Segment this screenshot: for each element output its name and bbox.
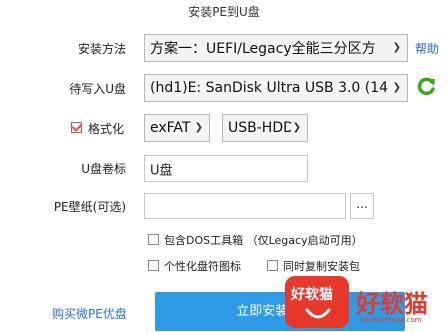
chevron-down-icon: ❯ (392, 41, 401, 53)
format-label: 格式化 (88, 122, 125, 136)
volume-label-label: U盘卷标 (81, 162, 126, 176)
buy-pe-usb-link[interactable]: 购买微PE优盘 (52, 305, 127, 322)
refresh-icon[interactable] (415, 76, 437, 98)
volume-label-value: U盘 (150, 163, 173, 178)
target-disk-label: 待写入U盘 (69, 82, 126, 96)
mode-value: USB-HDD (228, 120, 294, 136)
install-method-select[interactable]: 方案一：UEFI/Legacy全能三分区方 ❯ (144, 34, 408, 62)
install-method-label: 安装方法 (77, 42, 126, 56)
help-link[interactable]: 帮助 (415, 40, 439, 57)
chevron-down-icon: ❯ (392, 81, 401, 93)
filesystem-select[interactable]: exFAT ❯ (144, 114, 210, 142)
custom-drive-icon-label: 个性化盘符图标 (164, 260, 241, 273)
target-disk-select[interactable]: (hd1)E: SanDisk Ultra USB 3.0 (14 ❯ (144, 74, 408, 102)
watermark-logo: 好软猫 (285, 276, 349, 328)
chevron-down-icon: ❯ (290, 121, 301, 133)
target-disk-value: (hd1)E: SanDisk Ultra USB 3.0 (14 (150, 80, 389, 96)
watermark-logo-text: 好软猫 (291, 287, 333, 303)
copy-installer-checkbox[interactable] (267, 260, 278, 271)
wallpaper-label: PE壁纸(可选) (53, 200, 126, 214)
custom-drive-icon-checkbox[interactable] (148, 260, 159, 271)
chevron-down-icon: ❯ (192, 121, 203, 133)
watermark-brand: 好软猫 (356, 290, 428, 318)
dos-toolbox-label: 包含DOS工具箱 （仅Legacy启动可用） (164, 234, 363, 247)
mode-select[interactable]: USB-HDD ❯ (222, 114, 308, 142)
browse-button[interactable]: ... (350, 193, 374, 219)
install-method-value: 方案一：UEFI/Legacy全能三分区方 (150, 41, 376, 57)
window-title: 安装PE到U盘 (188, 5, 260, 19)
format-checkbox[interactable] (71, 122, 82, 133)
dos-toolbox-checkbox[interactable] (148, 234, 159, 245)
filesystem-value: exFAT (150, 120, 191, 136)
volume-label-input[interactable]: U盘 (144, 155, 308, 182)
copy-installer-label: 同时复制安装包 (283, 260, 360, 273)
watermark-url: haoruanmao.com (360, 316, 422, 324)
wallpaper-input[interactable] (144, 193, 346, 219)
